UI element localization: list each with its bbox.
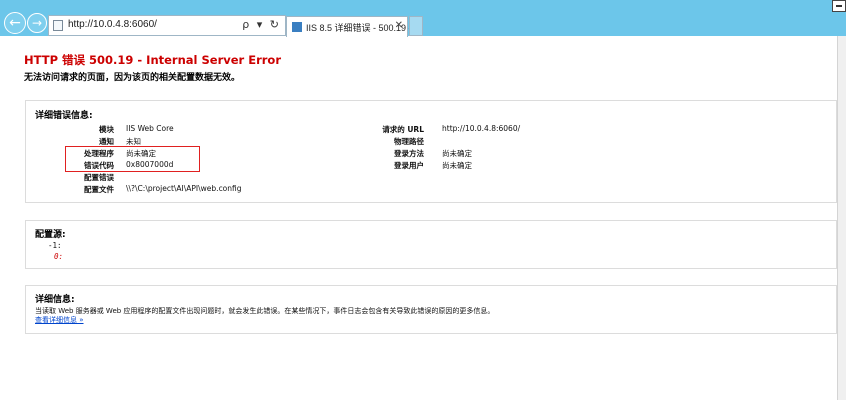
- more-info-text: 当读取 Web 服务器或 Web 应用程序的配置文件出现问题时，就会发生此错误。…: [35, 307, 495, 315]
- back-arrow-icon: ←: [9, 15, 21, 31]
- ie-page-icon: [292, 22, 302, 32]
- forward-arrow-icon: →: [31, 16, 43, 30]
- browser-toolbar: ← → http://10.0.4.8:6060/ ρ ▾ ↻ IIS 8.5 …: [0, 0, 846, 37]
- close-tab-icon[interactable]: ✕: [395, 20, 403, 31]
- detail-value: IIS Web Core: [126, 124, 174, 133]
- address-tools-icons[interactable]: ρ ▾ ↻: [242, 18, 281, 31]
- error-subtitle: 无法访问请求的页面，因为该页的相关配置数据无效。: [24, 73, 241, 83]
- config-line-error: 0:: [54, 252, 64, 261]
- config-line: -1:: [48, 241, 62, 250]
- error-title: HTTP 错误 500.19 - Internal Server Error: [24, 53, 281, 67]
- forward-button[interactable]: →: [27, 13, 47, 33]
- vertical-scrollbar[interactable]: [837, 36, 846, 400]
- tab-title: IIS 8.5 详细错误 - 500.19 - ...: [306, 23, 422, 33]
- detail-value: http://10.0.4.8:6060/: [442, 124, 521, 133]
- detail-value: 尚未确定: [442, 149, 472, 158]
- detail-label: 模块: [99, 125, 114, 134]
- address-url[interactable]: http://10.0.4.8:6060/: [68, 19, 157, 30]
- detail-value: 尚未确定: [442, 161, 472, 170]
- tab-active[interactable]: IIS 8.5 详细错误 - 500.19 - ... ✕: [286, 16, 422, 37]
- detailed-error-panel: 详细错误信息: 模块 IIS Web Core 通知 未知 处理程序 尚未确定 …: [25, 100, 837, 203]
- minimize-icon: [836, 5, 842, 7]
- highlight-annotation-box: [65, 146, 200, 172]
- detail-label: 登录方法: [394, 149, 424, 158]
- config-source-heading: 配置源:: [35, 230, 66, 240]
- more-info-panel: 详细信息: 当读取 Web 服务器或 Web 应用程序的配置文件出现问题时，就会…: [25, 285, 837, 334]
- page-icon: [53, 20, 63, 31]
- back-button[interactable]: ←: [4, 12, 26, 34]
- minimize-button[interactable]: [832, 0, 846, 12]
- address-bar[interactable]: http://10.0.4.8:6060/ ρ ▾ ↻: [48, 15, 286, 36]
- detail-label: 配置文件: [84, 185, 114, 194]
- new-tab-button[interactable]: [409, 16, 423, 36]
- detail-label: 物理路径: [394, 137, 424, 146]
- config-source-panel: 配置源: -1: 0:: [25, 220, 837, 269]
- more-info-heading: 详细信息:: [35, 295, 75, 305]
- detailed-error-heading: 详细错误信息:: [35, 111, 93, 121]
- detail-value: \\?\C:\project\AI\API\web.config: [126, 184, 242, 193]
- view-more-info-link[interactable]: 查看详细信息 »: [35, 315, 84, 325]
- detail-label: 登录用户: [394, 161, 424, 170]
- detail-label: 请求的 URL: [382, 125, 424, 134]
- detail-label: 配置错误: [84, 173, 114, 182]
